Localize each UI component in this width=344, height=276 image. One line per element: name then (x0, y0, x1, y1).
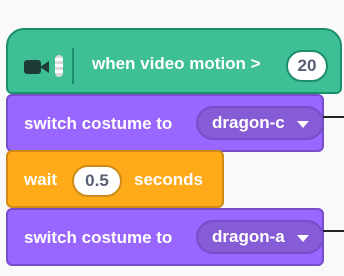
motion-threshold-value: 20 (297, 56, 317, 75)
costume-dropdown-value-1: dragon-c (212, 113, 285, 132)
connector-line-1 (323, 116, 344, 118)
video-sensing-icon-box (18, 48, 74, 84)
chevron-down-icon (297, 235, 309, 242)
video-camera-icon (24, 55, 63, 77)
wait-duration-value: 0.5 (85, 171, 109, 190)
connector-line-2 (323, 230, 344, 232)
code-area: when video motion > 20 switch costume to… (0, 0, 344, 276)
wait-block[interactable]: wait 0.5 seconds (6, 150, 224, 208)
wait-label: wait (24, 170, 58, 189)
switch-costume-label-2: switch costume to (24, 228, 173, 247)
costume-dropdown-2[interactable]: dragon-a (196, 220, 324, 254)
chevron-down-icon (297, 121, 309, 128)
when-video-motion-block[interactable]: when video motion > 20 (6, 28, 342, 94)
wait-duration-input[interactable]: 0.5 (72, 165, 122, 197)
switch-costume-block-2[interactable]: switch costume to dragon-a (6, 208, 324, 266)
costume-dropdown-1[interactable]: dragon-c (196, 106, 324, 140)
costume-dropdown-value-2: dragon-a (212, 227, 285, 246)
switch-costume-block-1[interactable]: switch costume to dragon-c (6, 94, 324, 152)
motion-threshold-input[interactable]: 20 (286, 50, 328, 82)
switch-costume-label-1: switch costume to (24, 114, 173, 133)
seconds-label: seconds (134, 170, 203, 189)
hat-block-label: when video motion > (92, 54, 261, 73)
